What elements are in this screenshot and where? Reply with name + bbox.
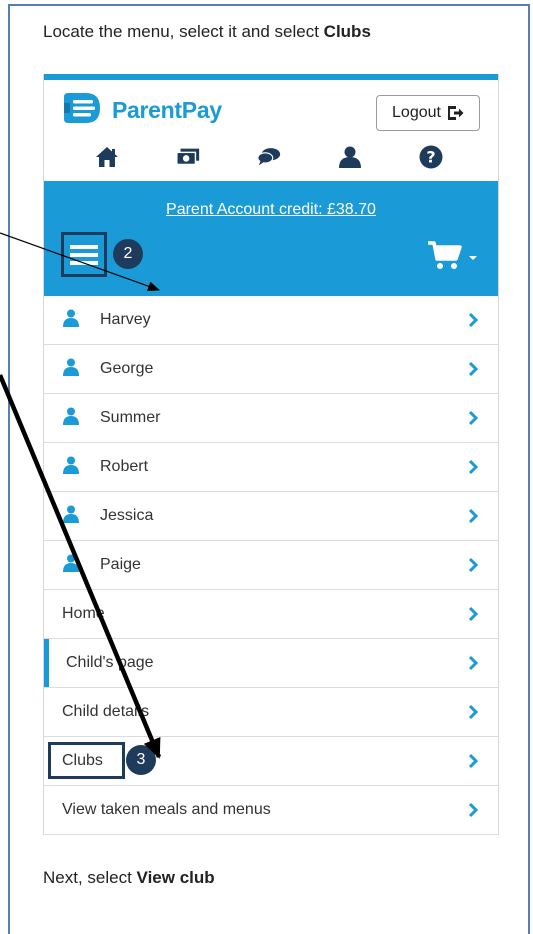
hamburger-menu-button[interactable] (61, 232, 107, 277)
menu-item-child-jessica[interactable]: Jessica (44, 492, 498, 541)
payments-icon[interactable] (175, 144, 201, 170)
menu-item-childs-page[interactable]: Child's page (44, 639, 498, 688)
chevron-right-icon (468, 508, 478, 524)
chevron-right-icon (468, 753, 478, 769)
credit-banner: Parent Account credit: £38.70 2 (44, 181, 498, 296)
clubs-highlight-box (48, 742, 125, 779)
parentpay-screen: ParentPay Logout ? Parent Account credit… (43, 74, 499, 835)
menu-item-label: Child's page (66, 654, 154, 671)
person-icon (63, 456, 79, 474)
step-badge-3: 3 (126, 745, 156, 775)
menu-item-view-taken-meals[interactable]: View taken meals and menus (44, 786, 498, 835)
person-icon (63, 505, 79, 523)
hamburger-icon (70, 244, 98, 265)
chevron-right-icon (468, 606, 478, 622)
nav-icon-bar: ? (44, 144, 498, 174)
logout-icon (447, 106, 464, 120)
chevron-right-icon (468, 361, 478, 377)
chevron-right-icon (468, 655, 478, 671)
person-icon (63, 407, 79, 425)
menu-item-child-summer[interactable]: Summer (44, 394, 498, 443)
menu-item-child-george[interactable]: George (44, 345, 498, 394)
step-badge-2: 2 (113, 239, 143, 269)
top-accent-bar (44, 74, 498, 80)
svg-text:?: ? (426, 148, 435, 167)
home-icon[interactable] (94, 144, 120, 170)
messages-icon[interactable] (256, 144, 282, 170)
menu-item-child-harvey[interactable]: Harvey (44, 296, 498, 345)
chevron-right-icon (468, 410, 478, 426)
person-icon (63, 554, 79, 572)
person-icon (63, 358, 79, 376)
menu-item-label: Jessica (100, 507, 154, 524)
menu-item-label: Robert (100, 458, 149, 475)
chevron-down-icon (469, 256, 477, 260)
menu-item-label: Summer (100, 409, 161, 426)
menu-item-label: Paige (100, 556, 141, 573)
person-icon (63, 309, 79, 327)
chevron-right-icon (468, 557, 478, 573)
parentpay-logo-icon (60, 91, 104, 130)
menu-item-label: Child details (62, 703, 150, 720)
menu-item-label: View taken meals and menus (62, 801, 271, 818)
menu-item-label: Harvey (100, 311, 151, 328)
menu-item-child-details[interactable]: Child details (44, 688, 498, 737)
chevron-right-icon (468, 459, 478, 475)
parentpay-logo-text: ParentPay (112, 97, 222, 123)
menu-item-label: George (100, 360, 154, 377)
menu-item-child-robert[interactable]: Robert (44, 443, 498, 492)
instruction-top: Locate the menu, select it and select Cl… (43, 22, 371, 41)
chevron-right-icon (468, 312, 478, 328)
parentpay-logo[interactable]: ParentPay (60, 91, 222, 130)
menu-item-child-paige[interactable]: Paige (44, 541, 498, 590)
parent-account-credit-link[interactable]: Parent Account credit: £38.70 (44, 201, 498, 219)
menu-item-clubs[interactable]: Clubs 3 (44, 737, 498, 786)
logout-button[interactable]: Logout (376, 95, 480, 131)
basket-button[interactable] (428, 241, 478, 271)
menu-item-home[interactable]: Home (44, 590, 498, 639)
side-menu-list: Harvey George Summer Robert Jessica Paig… (44, 296, 498, 835)
chevron-right-icon (468, 704, 478, 720)
menu-item-label: Home (62, 605, 105, 622)
shopping-cart-icon (428, 241, 462, 269)
help-icon[interactable]: ? (418, 144, 444, 170)
instruction-bottom: Next, select View club (43, 868, 215, 887)
account-icon[interactable] (337, 144, 363, 170)
logout-label: Logout (392, 104, 441, 121)
chevron-right-icon (468, 802, 478, 818)
